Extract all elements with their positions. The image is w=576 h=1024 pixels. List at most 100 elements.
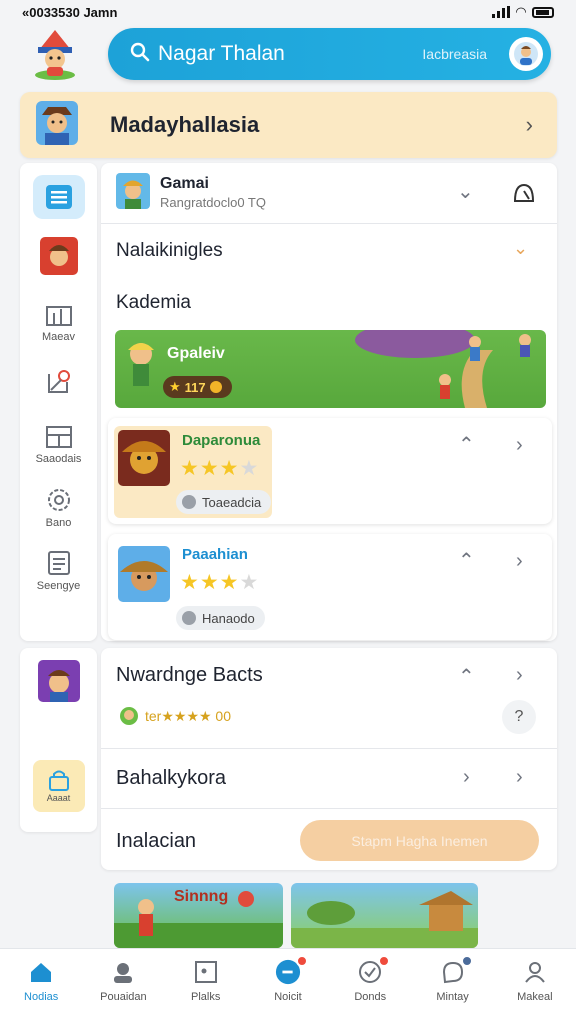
section-row-nalaikinigles[interactable]: Nalaikinigles xyxy=(116,240,223,262)
nav-item-player[interactable] xyxy=(20,660,97,702)
chevron-right-icon[interactable]: › xyxy=(516,434,523,457)
card-title: Daparonua xyxy=(182,432,261,449)
character-icon xyxy=(39,237,78,275)
nav-label: Bano xyxy=(45,517,72,529)
nav-item-character[interactable] xyxy=(20,237,97,275)
search-bar[interactable]: Nagar Thalan Iacbreasia xyxy=(108,28,551,80)
rating-stars: ★★★★ xyxy=(180,457,260,480)
tab-label: Plalks xyxy=(191,991,221,1003)
chevron-right-icon[interactable]: › xyxy=(516,550,523,573)
chevron-up-icon[interactable]: ⌃ xyxy=(458,432,475,457)
nav-item-list[interactable] xyxy=(20,175,97,219)
profile-icon xyxy=(110,959,136,985)
section-row-kademia: Kademia xyxy=(116,292,191,313)
chart-icon xyxy=(45,306,72,326)
tab-mintay[interactable]: Mintay xyxy=(411,949,493,1024)
nav-item-bano[interactable]: Bano xyxy=(20,487,97,529)
chevron-right-icon[interactable]: › xyxy=(516,766,523,789)
nav-label: Maeav xyxy=(41,331,76,343)
bottom-tab-bar: Nodias Pouaidan Plalks Noicit Donds Mint… xyxy=(0,948,576,1024)
nav-item-maeav[interactable]: Maeav xyxy=(20,303,97,343)
search-query[interactable]: Nagar Thalan xyxy=(158,42,285,66)
banner-avatar-icon xyxy=(36,100,78,150)
chevron-right-icon[interactable]: › xyxy=(463,766,470,789)
wifi-icon: ◠ xyxy=(516,4,526,19)
map-preview[interactable]: Gpaleiv ★ 117 xyxy=(115,330,546,408)
nav-label: Aaaat xyxy=(46,793,71,803)
battery-icon xyxy=(532,6,554,18)
tab-pouaidan[interactable]: Pouaidan xyxy=(82,949,164,1024)
game-subtitle: Rangratdoclo0 TQ xyxy=(160,195,266,210)
score-pill: ★ 117 xyxy=(163,376,232,398)
status-icons: ◠ xyxy=(492,4,554,20)
tag-text: Hanaodo xyxy=(202,610,255,626)
tab-label: Pouaidan xyxy=(100,991,147,1003)
divider xyxy=(101,223,557,224)
tab-label: Donds xyxy=(354,991,387,1003)
tag-pill[interactable]: Hanaodo xyxy=(176,606,265,630)
tab-label: Noicit xyxy=(274,991,302,1003)
promo-thumb-1[interactable]: Sinnng xyxy=(114,883,283,948)
frame-icon xyxy=(193,959,219,985)
chevron-down-icon[interactable]: ⌄ xyxy=(457,179,474,204)
help-icon[interactable]: ? xyxy=(502,700,536,734)
document-icon xyxy=(47,551,70,575)
profile-avatar[interactable] xyxy=(509,37,543,71)
side-nav-lower: Aaaat xyxy=(20,648,97,832)
promo-thumb-2[interactable] xyxy=(291,883,478,948)
cta-button[interactable]: Stapm Hagha Inemen xyxy=(300,820,539,861)
lock-icon xyxy=(48,770,69,791)
settings-icon xyxy=(47,489,70,511)
card-thumb-icon xyxy=(118,430,170,486)
game-thumb-icon xyxy=(116,173,150,209)
grid-icon xyxy=(45,426,72,448)
promo-image xyxy=(291,891,478,948)
chevron-down-icon[interactable]: ⌄ xyxy=(513,238,528,259)
rating-stars: ★★★★ xyxy=(180,571,260,594)
chevron-right-icon[interactable]: › xyxy=(516,664,523,687)
list-icon xyxy=(32,175,85,219)
row-title[interactable]: Nwardnge Bacts xyxy=(116,664,263,687)
signal-icon xyxy=(492,6,510,18)
tab-label: Makeal xyxy=(517,991,553,1003)
side-nav: Maeav Saaodais Bano Seengye xyxy=(20,163,97,641)
map-label: Gpaleiv xyxy=(167,345,225,362)
row-meta-text: ter★★★★ 00 xyxy=(145,707,232,724)
featured-banner[interactable]: Madayhallasia › xyxy=(20,92,557,158)
home-icon xyxy=(28,959,54,985)
nav-item-aaaat[interactable]: Aaaat xyxy=(20,760,97,812)
tab-plalks[interactable]: Plalks xyxy=(165,949,247,1024)
nav-item-saaodais[interactable]: Saaodais xyxy=(20,425,97,465)
row-meta: ter★★★★ 00 xyxy=(119,706,231,726)
chevron-right-icon[interactable]: › xyxy=(526,112,533,138)
tab-label: Nodias xyxy=(24,991,59,1003)
tab-nodias[interactable]: Nodias xyxy=(0,949,82,1024)
character-icon xyxy=(120,707,138,725)
nav-item-seengye[interactable]: Seengye xyxy=(20,550,97,592)
tab-donds[interactable]: Donds xyxy=(329,949,411,1024)
game-header-row[interactable]: Gamai Rangratdoclo0 TQ ⌄ xyxy=(101,163,557,223)
card-title: Paaahian xyxy=(182,546,248,563)
row-title: Inalacian xyxy=(116,830,197,852)
coin-icon xyxy=(209,381,222,393)
search-person-icon[interactable] xyxy=(512,181,536,203)
nav-item-location[interactable] xyxy=(20,368,97,396)
game-title: Gamai xyxy=(160,175,209,192)
game-card-2[interactable]: Paaahian ★★★★ Hanaodo ⌃ › xyxy=(108,534,552,640)
row-title[interactable]: Bahalkykora xyxy=(116,767,226,790)
location-icon xyxy=(47,370,70,393)
chevron-up-icon[interactable]: ⌃ xyxy=(458,548,475,573)
app-logo-icon[interactable] xyxy=(30,28,80,80)
character-icon xyxy=(37,660,80,702)
game-card-1[interactable]: Daparonua ★★★★ Toaeadcia ⌃ › xyxy=(108,418,552,524)
tab-makeal[interactable]: Makeal xyxy=(494,949,576,1024)
divider xyxy=(101,808,557,809)
tab-noicit[interactable]: Noicit xyxy=(247,949,329,1024)
notification-badge xyxy=(295,955,308,967)
tag-text: Toaeadcia xyxy=(202,494,262,510)
status-time: «0033530 Jamn xyxy=(22,4,118,20)
cta-label: Stapm Hagha Inemen xyxy=(351,832,488,849)
chevron-up-icon[interactable]: ⌃ xyxy=(458,664,475,689)
tag-pill[interactable]: Toaeadcia xyxy=(176,490,272,514)
status-bar: «0033530 Jamn ◠ xyxy=(0,0,576,24)
